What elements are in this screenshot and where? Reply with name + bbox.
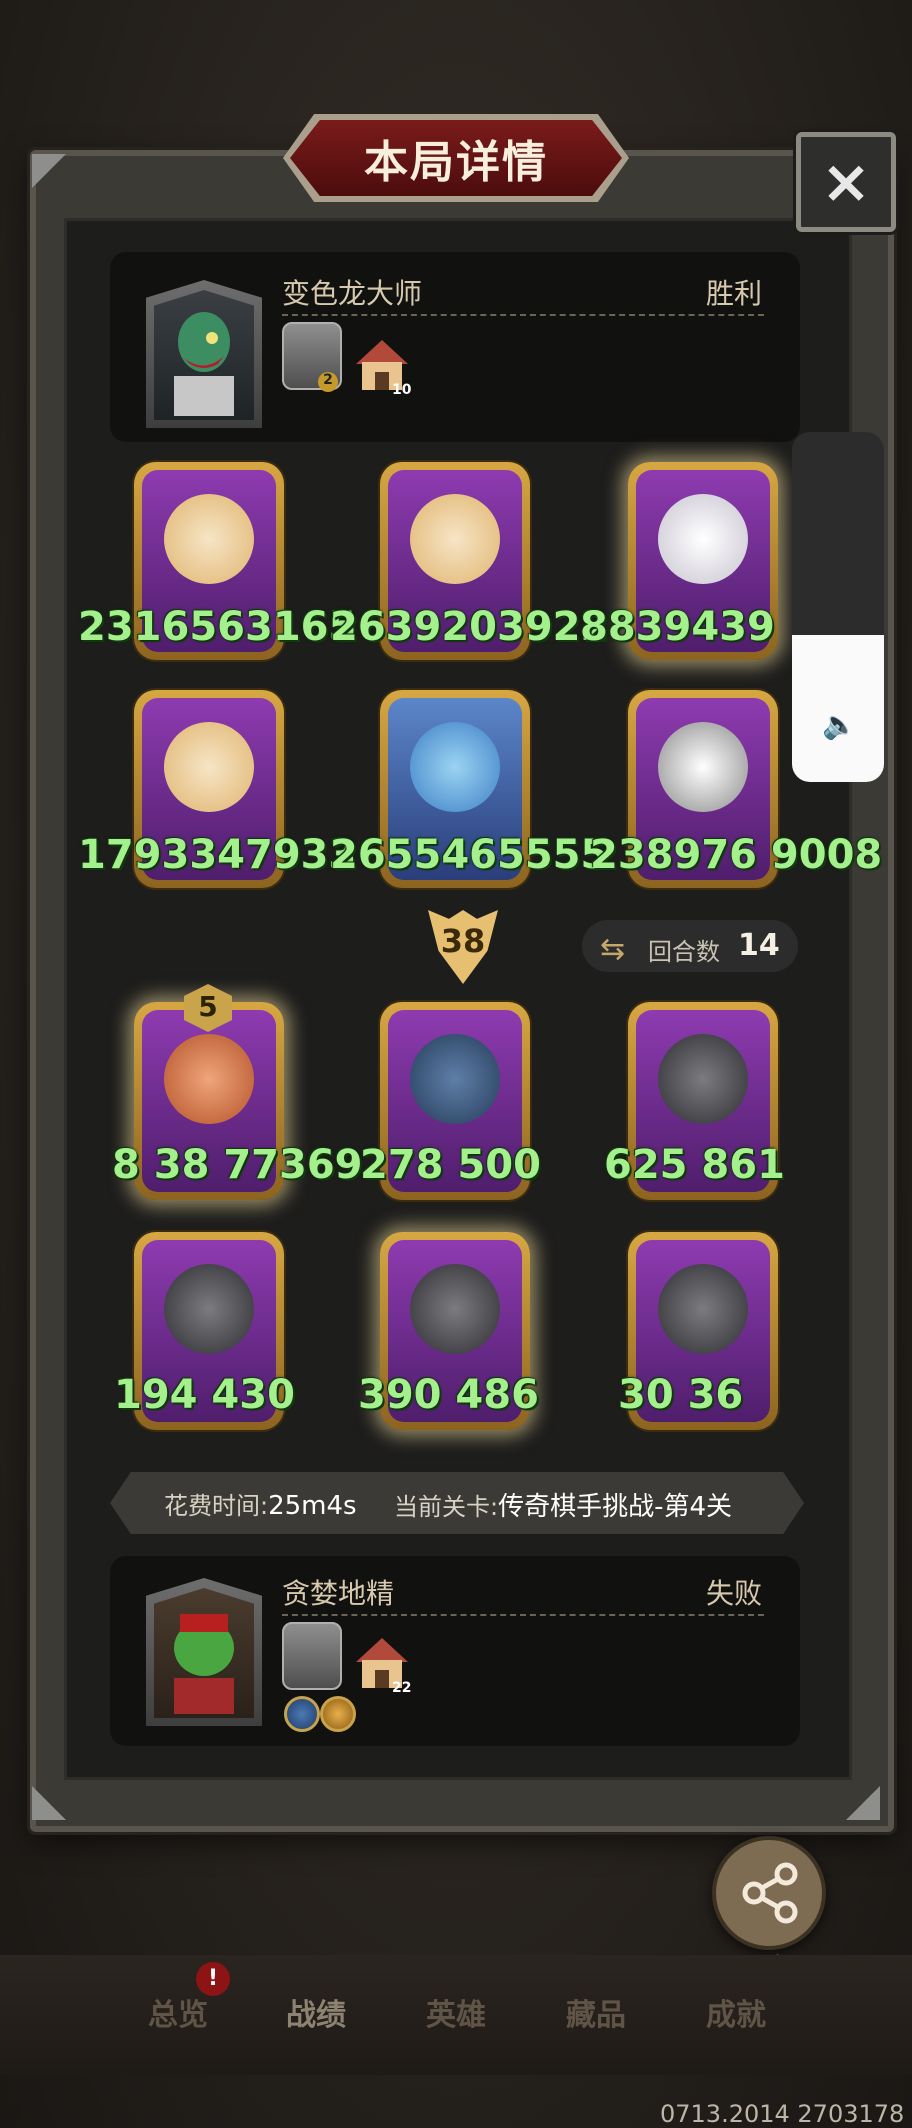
sword-skill-icon[interactable] bbox=[284, 1696, 320, 1732]
armored-knight-icon bbox=[410, 1264, 500, 1354]
dialog-title: 本局详情 bbox=[364, 137, 548, 188]
stage-info: 当前关卡:传奇棋手挑战-第4关 bbox=[394, 1492, 733, 1522]
stat-text: 8 38 77369 bbox=[112, 1142, 363, 1188]
bottom-player-result: 失败 bbox=[706, 1577, 763, 1610]
nav-collection[interactable]: 藏品 bbox=[566, 1990, 626, 2034]
cow-hero-icon bbox=[658, 722, 748, 812]
elf-hero-icon bbox=[164, 722, 254, 812]
rounds-value: 14 bbox=[738, 928, 780, 963]
stat-text: 278 500 bbox=[360, 1142, 541, 1188]
cage-badge: 2 bbox=[318, 372, 338, 392]
time-info: 花费时间:25m4s bbox=[164, 1491, 357, 1521]
turn-number: 38 bbox=[440, 922, 486, 960]
elf-hero-icon bbox=[164, 494, 254, 584]
top-player-result: 胜利 bbox=[706, 277, 763, 310]
avatar[interactable] bbox=[146, 280, 262, 428]
dragon-hero-icon bbox=[410, 1034, 500, 1124]
chameleon-portrait-icon bbox=[154, 290, 254, 420]
white-lady-hero-icon bbox=[658, 494, 748, 584]
stat-text: 8839439 bbox=[580, 604, 775, 650]
stat-text: 238976 9008 bbox=[590, 832, 883, 878]
stat-text: 2316563165 bbox=[78, 604, 357, 650]
stat-text: 2639203922 bbox=[330, 604, 609, 650]
refresh-icon: ⇆ bbox=[600, 932, 626, 967]
goblin-portrait-icon bbox=[154, 1588, 254, 1718]
divider bbox=[282, 314, 764, 316]
stat-text: 30 36 bbox=[618, 1372, 744, 1418]
armored-knight-icon bbox=[164, 1264, 254, 1354]
fairy-hero-icon bbox=[410, 722, 500, 812]
elf-hero-icon bbox=[410, 494, 500, 584]
bottom-player-name: 贪婪地精 bbox=[282, 1577, 395, 1610]
armored-knight-icon bbox=[658, 1264, 748, 1354]
armored-knight-icon bbox=[658, 1034, 748, 1124]
nav-records[interactable]: 战绩 bbox=[286, 1990, 346, 2034]
archer-hero-icon bbox=[164, 1034, 254, 1124]
share-button[interactable] bbox=[712, 1836, 826, 1950]
speaker-icon[interactable]: 🔈 bbox=[822, 708, 857, 741]
close-icon: × bbox=[820, 147, 872, 217]
house-badge: 10 bbox=[392, 382, 412, 398]
nav-achievements[interactable]: 成就 bbox=[706, 1990, 766, 2034]
stat-text: 194 430 bbox=[114, 1372, 295, 1418]
house-badge: 22 bbox=[392, 1680, 412, 1696]
close-button[interactable]: × bbox=[796, 132, 896, 232]
stat-text: 625 861 bbox=[604, 1142, 785, 1188]
avatar[interactable] bbox=[146, 1578, 262, 1726]
top-player-name: 变色龙大师 bbox=[282, 277, 423, 310]
dialog-content bbox=[64, 218, 852, 1780]
rounds-label: 回合数 bbox=[648, 938, 720, 966]
share-icon bbox=[742, 1862, 798, 1924]
stat-text: 390 486 bbox=[358, 1372, 539, 1418]
divider bbox=[282, 1614, 764, 1616]
nav-heroes[interactable]: 英雄 bbox=[426, 1990, 486, 2034]
nav-overview[interactable]: 总览 bbox=[148, 1990, 208, 2034]
dungeon-icon[interactable] bbox=[282, 1622, 342, 1690]
stat-text: 1793347933 bbox=[78, 832, 357, 878]
gold-skill-icon[interactable] bbox=[320, 1696, 356, 1732]
footer-id: 0713.2014 2703178 bbox=[660, 2100, 905, 2128]
stat-text: 2655465555 bbox=[330, 832, 609, 878]
